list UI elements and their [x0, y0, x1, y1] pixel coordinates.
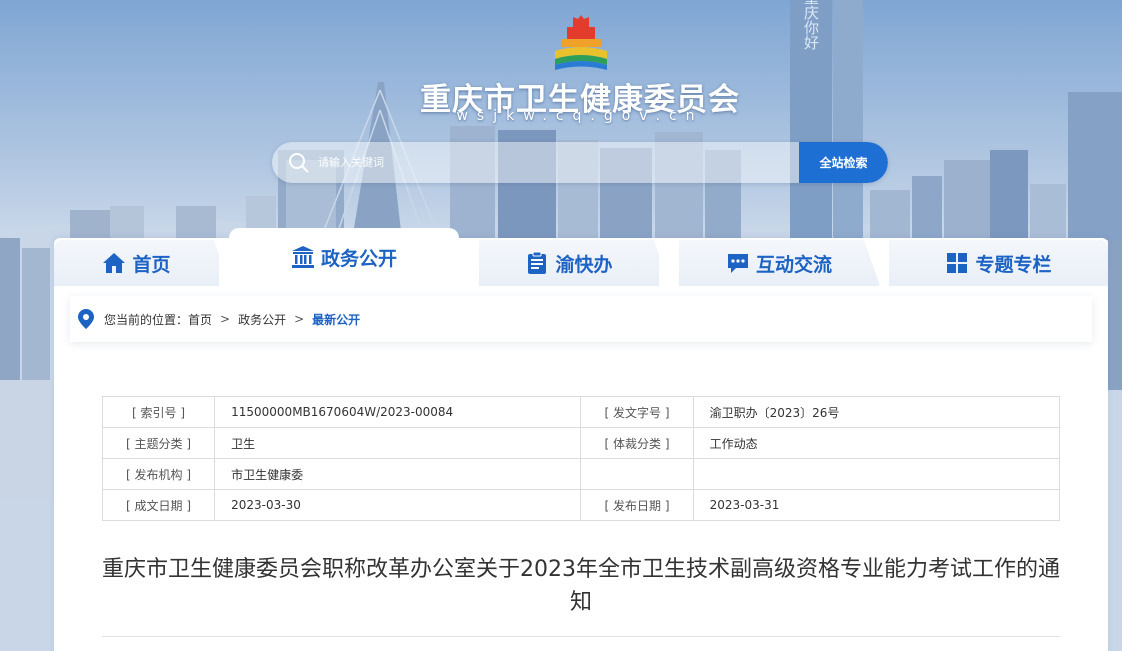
document-meta-table: [ 索引号 ] 11500000MB1670604W/2023-00084 [ … [101, 396, 1061, 521]
meta-label: [ 主题分类 ] [101, 427, 216, 459]
breadcrumb-home-link[interactable]: 首页 [188, 311, 212, 328]
table-row: [ 主题分类 ] 卫生 [ 体裁分类 ] 工作动态 [101, 427, 1061, 459]
site-domain: wsjkw.cq.gov.cn [456, 108, 704, 124]
meta-label: [ 发布日期 ] [580, 489, 694, 521]
location-pin-icon [78, 309, 94, 329]
meta-value: 2023-03-30 [214, 489, 582, 521]
breadcrumb-prefix: 您当前的位置： [104, 312, 189, 327]
breadcrumb-separator: > [294, 312, 305, 326]
nav-tab-label: 互动交流 [755, 253, 832, 276]
breadcrumb-government-affairs-link[interactable]: 政务公开 [238, 311, 286, 328]
nav-tab-special-topics[interactable]: 专题专栏 [889, 240, 1108, 286]
government-building-icon [291, 246, 314, 268]
nav-tab-label: 首页 [132, 253, 171, 276]
meta-value: 卫生 [214, 427, 582, 459]
nav-tab-government-affairs[interactable]: 政务公开 [229, 228, 459, 286]
home-icon [103, 253, 126, 273]
breadcrumb-latest-disclosure-link[interactable]: 最新公开 [312, 311, 360, 328]
meta-label: [ 发布机构 ] [101, 458, 216, 490]
main-nav: 首页 政务公开 渝快办 互动交流 专题专栏 [54, 228, 1108, 286]
meta-label: [ 体裁分类 ] [580, 427, 694, 459]
table-row: [ 成文日期 ] 2023-03-30 [ 发布日期 ] 2023-03-31 [101, 489, 1061, 521]
government-building-logo-icon [555, 15, 607, 70]
table-row: [ 索引号 ] 11500000MB1670604W/2023-00084 [ … [101, 396, 1061, 428]
meta-value: 2023-03-31 [692, 489, 1061, 521]
site-search-button[interactable]: 全站检索 [799, 142, 888, 183]
nav-tab-yu-kuai-ban[interactable]: 渝快办 [479, 240, 659, 286]
meta-value: 工作动态 [692, 427, 1061, 459]
billboard-text-left: 重庆你好 [802, 0, 820, 51]
grid-icon [947, 253, 968, 273]
table-row: [ 发布机构 ] 市卫生健康委 [101, 458, 1061, 490]
meta-label: [ 发文字号 ] [580, 396, 694, 428]
search-icon [289, 153, 309, 173]
meta-label: [ 成文日期 ] [101, 489, 216, 521]
breadcrumb-separator: > [220, 312, 231, 326]
nav-tab-label: 渝快办 [555, 253, 613, 276]
title-divider [102, 636, 1060, 637]
clipboard-icon [528, 251, 547, 274]
search-box: 全站检索 [272, 142, 888, 183]
meta-label: [ 索引号 ] [101, 396, 216, 428]
meta-label [580, 458, 694, 490]
nav-tab-interaction[interactable]: 互动交流 [679, 240, 879, 286]
search-input[interactable] [318, 150, 788, 175]
nav-tab-label: 政务公开 [320, 247, 397, 270]
meta-value: 市卫生健康委 [214, 458, 582, 490]
nav-tab-home[interactable]: 首页 [54, 240, 219, 286]
article-title: 重庆市卫生健康委员会职称改革办公室关于2023年全市卫生技术副高级资格专业能力考… [102, 557, 1060, 615]
nav-tab-label: 专题专栏 [975, 253, 1052, 276]
meta-value: 11500000MB1670604W/2023-00084 [214, 396, 582, 428]
meta-value [692, 458, 1061, 490]
chat-bubble-icon [727, 254, 748, 273]
meta-value: 渝卫职办〔2023〕26号 [692, 396, 1061, 428]
breadcrumb: 您当前的位置： 首页 > 政务公开 > 最新公开 [70, 296, 1092, 342]
